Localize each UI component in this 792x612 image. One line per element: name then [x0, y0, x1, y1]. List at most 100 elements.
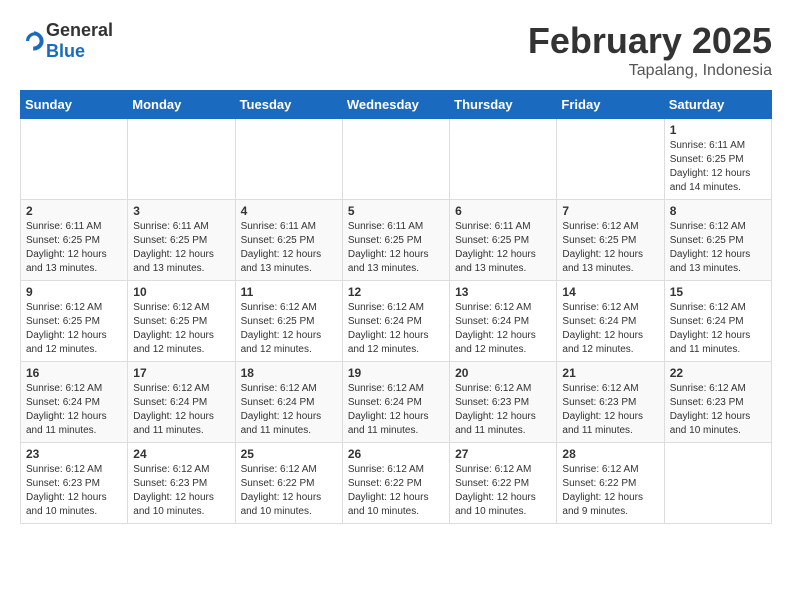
day-number: 27 [455, 447, 551, 461]
calendar-cell: 22 Sunrise: 6:12 AM Sunset: 6:23 PM Dayli… [664, 362, 771, 443]
day-number: 10 [133, 285, 229, 299]
day-info: Sunrise: 6:12 AM Sunset: 6:22 PM Dayligh… [562, 463, 658, 519]
weekday-header-saturday: Saturday [664, 91, 771, 119]
calendar-cell [557, 119, 664, 200]
logo-general: General [46, 20, 113, 40]
calendar-cell: 24Sunrise: 6:12 AM Sunset: 6:23 PM Dayli… [128, 443, 235, 524]
calendar-cell: 15 Sunrise: 6:12 AM Sunset: 6:24 PM Dayli… [664, 281, 771, 362]
day-number: 8 [670, 204, 766, 218]
weekday-header-row: SundayMondayTuesdayWednesdayThursdayFrid… [21, 91, 772, 119]
title-area: February 2025 Tapalang, Indonesia [528, 20, 772, 80]
calendar-cell: 26 Sunrise: 6:12 AM Sunset: 6:22 PM Dayli… [342, 443, 449, 524]
calendar-cell: 3 Sunrise: 6:11 AM Sunset: 6:25 PM Daylig… [128, 200, 235, 281]
day-number: 16 [26, 366, 122, 380]
day-info: Sunrise: 6:11 AM Sunset: 6:25 PM Dayligh… [26, 220, 122, 276]
location-title: Tapalang, Indonesia [528, 62, 772, 80]
day-info: Sunrise: 6:11 AM Sunset: 6:25 PM Dayligh… [241, 220, 337, 276]
day-info: Sunrise: 6:11 AM Sunset: 6:25 PM Dayligh… [133, 220, 229, 276]
day-number: 11 [241, 285, 337, 299]
calendar-cell: 21 Sunrise: 6:12 AM Sunset: 6:23 PM Dayli… [557, 362, 664, 443]
calendar-cell: 7Sunrise: 6:12 AM Sunset: 6:25 PM Daylig… [557, 200, 664, 281]
calendar-cell: 8 Sunrise: 6:12 AM Sunset: 6:25 PM Daylig… [664, 200, 771, 281]
calendar-table: SundayMondayTuesdayWednesdayThursdayFrid… [20, 90, 772, 524]
day-number: 20 [455, 366, 551, 380]
day-info: Sunrise: 6:12 AM Sunset: 6:25 PM Dayligh… [241, 301, 337, 357]
day-number: 15 [670, 285, 766, 299]
calendar-cell [21, 119, 128, 200]
calendar-cell: 13Sunrise: 6:12 AM Sunset: 6:24 PM Dayli… [450, 281, 557, 362]
day-number: 3 [133, 204, 229, 218]
day-info: Sunrise: 6:11 AM Sunset: 6:25 PM Dayligh… [455, 220, 551, 276]
day-number: 21 [562, 366, 658, 380]
day-info: Sunrise: 6:12 AM Sunset: 6:24 PM Dayligh… [348, 382, 444, 438]
day-info: Sunrise: 6:12 AM Sunset: 6:22 PM Dayligh… [348, 463, 444, 519]
week-row-2: 2 Sunrise: 6:11 AM Sunset: 6:25 PM Daylig… [21, 200, 772, 281]
week-row-4: 16 Sunrise: 6:12 AM Sunset: 6:24 PM Dayli… [21, 362, 772, 443]
month-title: February 2025 [528, 20, 772, 62]
day-info: Sunrise: 6:12 AM Sunset: 6:23 PM Dayligh… [26, 463, 122, 519]
logo: General Blue [20, 20, 113, 62]
calendar-cell: 10 Sunrise: 6:12 AM Sunset: 6:25 PM Dayli… [128, 281, 235, 362]
calendar-cell: 19 Sunrise: 6:12 AM Sunset: 6:24 PM Dayli… [342, 362, 449, 443]
day-info: Sunrise: 6:12 AM Sunset: 6:24 PM Dayligh… [26, 382, 122, 438]
calendar-cell: 2 Sunrise: 6:11 AM Sunset: 6:25 PM Daylig… [21, 200, 128, 281]
logo-blue: Blue [46, 41, 85, 61]
day-number: 1 [670, 123, 766, 137]
week-row-3: 9 Sunrise: 6:12 AM Sunset: 6:25 PM Daylig… [21, 281, 772, 362]
weekday-header-sunday: Sunday [21, 91, 128, 119]
day-info: Sunrise: 6:12 AM Sunset: 6:22 PM Dayligh… [455, 463, 551, 519]
day-info: Sunrise: 6:12 AM Sunset: 6:25 PM Dayligh… [670, 220, 766, 276]
day-number: 14 [562, 285, 658, 299]
day-info: Sunrise: 6:12 AM Sunset: 6:23 PM Dayligh… [670, 382, 766, 438]
day-number: 2 [26, 204, 122, 218]
calendar-cell: 23Sunrise: 6:12 AM Sunset: 6:23 PM Dayli… [21, 443, 128, 524]
day-info: Sunrise: 6:12 AM Sunset: 6:24 PM Dayligh… [670, 301, 766, 357]
logo-text: General Blue [46, 20, 113, 62]
day-info: Sunrise: 6:12 AM Sunset: 6:25 PM Dayligh… [133, 301, 229, 357]
day-number: 17 [133, 366, 229, 380]
week-row-1: 1 Sunrise: 6:11 AM Sunset: 6:25 PM Daylig… [21, 119, 772, 200]
weekday-header-friday: Friday [557, 91, 664, 119]
day-info: Sunrise: 6:12 AM Sunset: 6:24 PM Dayligh… [133, 382, 229, 438]
calendar-cell [664, 443, 771, 524]
weekday-header-monday: Monday [128, 91, 235, 119]
day-number: 24 [133, 447, 229, 461]
calendar-cell: 5 Sunrise: 6:11 AM Sunset: 6:25 PM Daylig… [342, 200, 449, 281]
day-info: Sunrise: 6:11 AM Sunset: 6:25 PM Dayligh… [348, 220, 444, 276]
calendar-cell: 28Sunrise: 6:12 AM Sunset: 6:22 PM Dayli… [557, 443, 664, 524]
weekday-header-tuesday: Tuesday [235, 91, 342, 119]
day-number: 19 [348, 366, 444, 380]
page-header: General Blue February 2025 Tapalang, Ind… [20, 20, 772, 80]
day-number: 9 [26, 285, 122, 299]
day-info: Sunrise: 6:12 AM Sunset: 6:24 PM Dayligh… [241, 382, 337, 438]
calendar-cell: 16 Sunrise: 6:12 AM Sunset: 6:24 PM Dayli… [21, 362, 128, 443]
calendar-cell [450, 119, 557, 200]
day-number: 6 [455, 204, 551, 218]
calendar-cell: 4Sunrise: 6:11 AM Sunset: 6:25 PM Daylig… [235, 200, 342, 281]
day-info: Sunrise: 6:12 AM Sunset: 6:25 PM Dayligh… [26, 301, 122, 357]
day-info: Sunrise: 6:12 AM Sunset: 6:24 PM Dayligh… [348, 301, 444, 357]
day-info: Sunrise: 6:12 AM Sunset: 6:23 PM Dayligh… [562, 382, 658, 438]
weekday-header-wednesday: Wednesday [342, 91, 449, 119]
calendar-cell: 14 Sunrise: 6:12 AM Sunset: 6:24 PM Dayli… [557, 281, 664, 362]
weekday-header-thursday: Thursday [450, 91, 557, 119]
calendar-cell: 12Sunrise: 6:12 AM Sunset: 6:24 PM Dayli… [342, 281, 449, 362]
day-info: Sunrise: 6:12 AM Sunset: 6:24 PM Dayligh… [562, 301, 658, 357]
calendar-cell [342, 119, 449, 200]
day-number: 25 [241, 447, 337, 461]
day-number: 26 [348, 447, 444, 461]
calendar-cell: 27 Sunrise: 6:12 AM Sunset: 6:22 PM Dayli… [450, 443, 557, 524]
day-number: 5 [348, 204, 444, 218]
week-row-5: 23Sunrise: 6:12 AM Sunset: 6:23 PM Dayli… [21, 443, 772, 524]
day-info: Sunrise: 6:11 AM Sunset: 6:25 PM Dayligh… [670, 139, 766, 195]
day-number: 13 [455, 285, 551, 299]
day-number: 18 [241, 366, 337, 380]
day-info: Sunrise: 6:12 AM Sunset: 6:25 PM Dayligh… [562, 220, 658, 276]
calendar-cell: 25 Sunrise: 6:12 AM Sunset: 6:22 PM Dayli… [235, 443, 342, 524]
calendar-cell [235, 119, 342, 200]
day-number: 22 [670, 366, 766, 380]
day-info: Sunrise: 6:12 AM Sunset: 6:22 PM Dayligh… [241, 463, 337, 519]
calendar-cell: 18 Sunrise: 6:12 AM Sunset: 6:24 PM Dayli… [235, 362, 342, 443]
day-info: Sunrise: 6:12 AM Sunset: 6:23 PM Dayligh… [455, 382, 551, 438]
calendar-cell: 11 Sunrise: 6:12 AM Sunset: 6:25 PM Dayli… [235, 281, 342, 362]
